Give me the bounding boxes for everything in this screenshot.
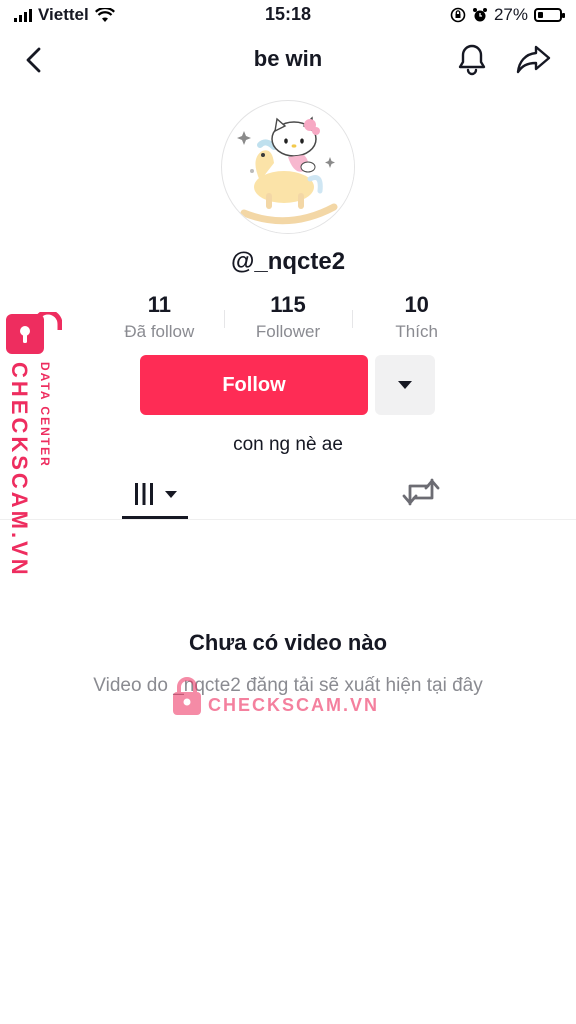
tab-videos[interactable] — [122, 470, 188, 518]
profile-stats: 11 Đã follow 115 Follower 10 Thích — [95, 292, 481, 348]
stat-following-label: Đã follow — [124, 322, 195, 341]
watermark-center-lock-icon — [173, 677, 201, 715]
battery-icon — [534, 8, 565, 22]
stat-likes[interactable]: 10 Thích — [352, 292, 481, 348]
stat-likes-value: 10 — [404, 292, 429, 317]
stat-followers-value: 115 — [270, 292, 306, 317]
alarm-icon — [472, 8, 487, 22]
videos-grid-icon — [135, 483, 153, 505]
profile-bio: con ng nè ae — [233, 434, 343, 455]
avatar-illustration — [223, 102, 354, 233]
empty-state-title: Chưa có video nào — [188, 630, 388, 655]
tabs-divider — [0, 519, 576, 520]
status-bar: Viettel 15:18 27% — [0, 0, 576, 30]
follow-button[interactable]: Follow — [140, 355, 368, 415]
orientation-lock-icon — [450, 7, 466, 23]
stat-following-value: 11 — [147, 292, 171, 317]
suggested-accounts-button[interactable] — [375, 355, 435, 415]
repost-icon[interactable] — [400, 474, 442, 510]
stat-followers[interactable]: 115 Follower — [224, 292, 353, 348]
page-title: be win — [253, 46, 323, 71]
stat-followers-label: Follower — [255, 322, 321, 341]
username: @_nqcte2 — [230, 248, 346, 275]
status-right: 27% — [450, 5, 565, 25]
battery-percent: 27% — [493, 5, 528, 24]
battery-level — [538, 12, 544, 18]
tab-dropdown-icon — [165, 490, 177, 498]
bell-icon[interactable] — [455, 42, 489, 76]
watermark-center-brand: CHECKSCAM.VN — [208, 695, 380, 715]
watermark-lock-icon — [6, 312, 62, 354]
watermark-brand: CHECKSCAM.VN — [7, 362, 32, 578]
stat-following[interactable]: 11 Đã follow — [95, 292, 224, 348]
profile-header: be win — [0, 30, 576, 88]
stat-likes-label: Thích — [395, 322, 438, 341]
watermark-subtitle: DATA CENTER — [38, 362, 52, 468]
share-icon[interactable] — [515, 42, 553, 76]
caret-down-icon — [398, 381, 412, 389]
empty-state-subtitle: Video do _nqcte2 đăng tải sẽ xuất hiện t… — [93, 675, 483, 696]
avatar[interactable] — [221, 100, 355, 234]
